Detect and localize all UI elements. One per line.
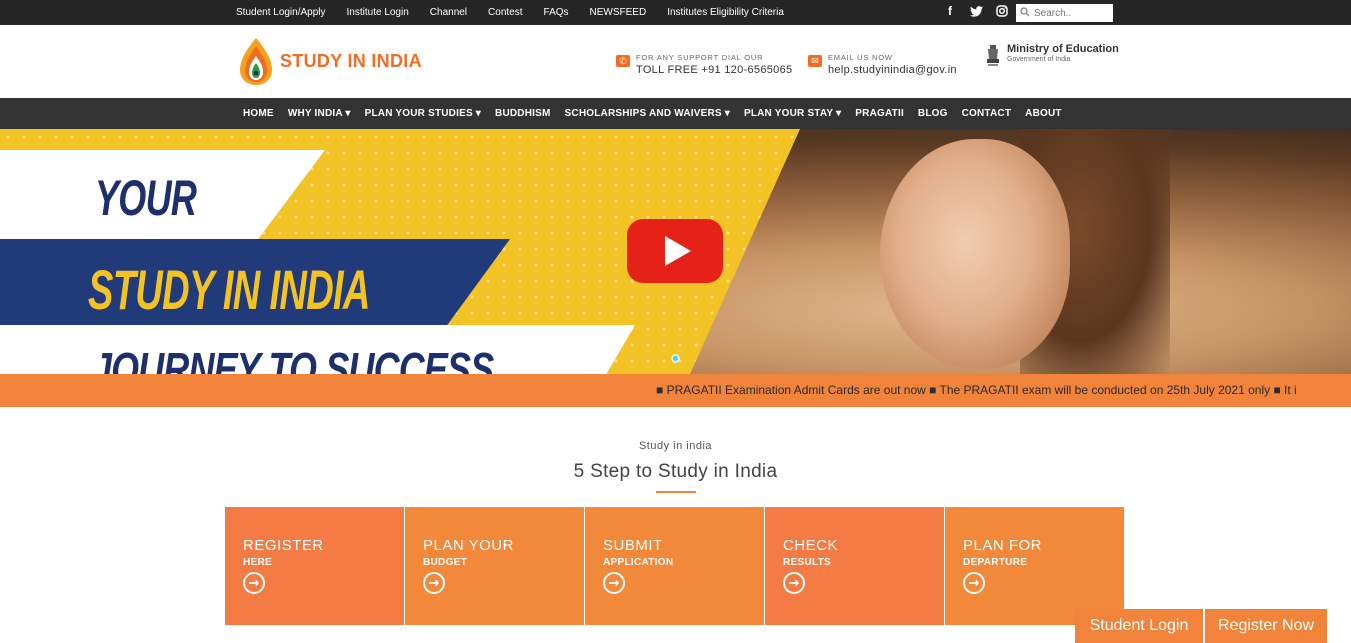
ticker-text[interactable]: ■ PRAGATII Examination Admit Cards are o… [656, 374, 1297, 407]
channel-link[interactable]: Channel [430, 7, 467, 18]
step-title: CHECK [783, 537, 839, 554]
nav-blog[interactable]: BLOG [918, 108, 948, 119]
student-login-apply-link[interactable]: Student Login/Apply [236, 7, 326, 18]
phone-number[interactable]: TOLL FREE +91 120-6565065 [636, 64, 792, 76]
nav-buddhism[interactable]: BUDDHISM [495, 108, 551, 119]
social-links: f [944, 4, 1022, 18]
nav-contact[interactable]: CONTACT [962, 108, 1012, 119]
step-title: SUBMIT [603, 537, 663, 554]
ministry-title: Ministry of Education [1007, 43, 1119, 55]
phone-icon: ✆ [616, 55, 630, 67]
page: Student Login/Apply Institute Login Chan… [0, 0, 1351, 643]
step-check-results[interactable]: CHECK RESULTS ➞ [765, 507, 944, 625]
national-emblem-icon [987, 45, 999, 66]
youtube-play-button[interactable] [627, 219, 723, 283]
step-subtitle: BUDGET [423, 557, 468, 568]
nav-pragatii[interactable]: PRAGATII [855, 108, 904, 119]
arrow-right-icon[interactable]: ➞ [963, 572, 985, 594]
section-title: 5 Step to Study in India [573, 461, 778, 482]
hero-line-3: JOURNEY TO SUCCESS [92, 343, 494, 374]
nav-scholarships[interactable]: SCHOLARSHIPS AND WAIVERS ▾ [565, 108, 730, 119]
instagram-icon[interactable] [996, 5, 1008, 17]
site-header: STUDY IN INDIA ✆ FOR ANY SUPPORT DIAL OU… [0, 25, 1351, 98]
step-submit-application[interactable]: SUBMIT APPLICATION ➞ [585, 507, 764, 625]
newsfeed-link[interactable]: NEWSFEED [590, 7, 647, 18]
step-title: REGISTER [243, 537, 324, 554]
step-subtitle: HERE [243, 557, 272, 568]
phone-contact: ✆ FOR ANY SUPPORT DIAL OUR TOLL FREE +91… [616, 53, 792, 76]
nav-home[interactable]: HOME [243, 108, 274, 119]
logo-text: STUDY IN INDIA [280, 50, 422, 71]
phone-label: FOR ANY SUPPORT DIAL OUR [636, 53, 764, 62]
institute-login-link[interactable]: Institute Login [347, 7, 409, 18]
arrow-right-icon[interactable]: ➞ [423, 572, 445, 594]
top-bar: Student Login/Apply Institute Login Chan… [0, 0, 1351, 25]
arrow-right-icon[interactable]: ➞ [783, 572, 805, 594]
nav-plan-your-stay[interactable]: PLAN YOUR STAY ▾ [744, 108, 841, 119]
email-contact: ✉ EMAIL US NOW help.studyinindia@gov.in [808, 53, 957, 76]
main-nav: HOME WHY INDIA ▾ PLAN YOUR STUDIES ▾ BUD… [0, 98, 1351, 129]
step-subtitle: RESULTS [783, 557, 832, 568]
eligibility-criteria-link[interactable]: Institutes Eligibility Criteria [667, 7, 784, 18]
step-plan-departure[interactable]: PLAN FOR DEPARTURE ➞ [945, 507, 1124, 625]
nav-items: HOME WHY INDIA ▾ PLAN YOUR STUDIES ▾ BUD… [243, 98, 1076, 129]
faqs-link[interactable]: FAQs [544, 7, 569, 18]
search-icon[interactable] [1020, 4, 1030, 22]
nav-why-india[interactable]: WHY INDIA ▾ [288, 108, 351, 119]
email-label: EMAIL US NOW [828, 53, 893, 62]
student-login-button[interactable]: Student Login [1075, 609, 1203, 643]
twitter-icon[interactable] [970, 5, 983, 17]
search-input[interactable] [1034, 7, 1109, 19]
contest-link[interactable]: Contest [488, 7, 522, 18]
register-now-button[interactable]: Register Now [1205, 609, 1327, 643]
step-title: PLAN YOUR [423, 537, 514, 554]
nav-plan-your-studies[interactable]: PLAN YOUR STUDIES ▾ [365, 108, 481, 119]
flame-logo-icon [240, 38, 272, 85]
facebook-icon[interactable]: f [944, 4, 956, 18]
news-ticker: ■ PRAGATII Examination Admit Cards are o… [0, 374, 1351, 407]
hero-face [880, 139, 1070, 369]
arrow-right-icon[interactable]: ➞ [243, 572, 265, 594]
play-icon [665, 236, 691, 266]
step-subtitle: APPLICATION [603, 557, 674, 568]
step-register[interactable]: REGISTER HERE ➞ [225, 507, 404, 625]
nav-about[interactable]: ABOUT [1025, 108, 1062, 119]
hero-banner[interactable]: YOUR STUDY IN INDIA JOURNEY TO SUCCESS [0, 129, 1351, 374]
ministry-subtitle: Government of India [1007, 56, 1071, 63]
search-box [1016, 4, 1113, 22]
arrow-right-icon[interactable]: ➞ [603, 572, 625, 594]
hero-line-2: STUDY IN INDIA [88, 258, 370, 321]
step-plan-budget[interactable]: PLAN YOUR BUDGET ➞ [405, 507, 584, 625]
logo[interactable]: STUDY IN INDIA [238, 36, 422, 86]
step-subtitle: DEPARTURE [963, 557, 1028, 568]
carousel-indicator[interactable] [671, 354, 680, 363]
title-underline [656, 491, 696, 493]
hero-line-1: YOUR [95, 170, 197, 226]
steps-row: REGISTER HERE ➞ PLAN YOUR BUDGET ➞ SUBMI… [225, 507, 1125, 625]
top-links: Student Login/Apply Institute Login Chan… [236, 0, 805, 25]
email-address[interactable]: help.studyinindia@gov.in [828, 64, 957, 76]
mail-icon: ✉ [808, 55, 822, 67]
step-title: PLAN FOR [963, 537, 1043, 554]
ministry-logo[interactable]: Ministry of Education Government of Indi… [985, 43, 1119, 71]
section-subtitle: Study in india [638, 440, 713, 452]
